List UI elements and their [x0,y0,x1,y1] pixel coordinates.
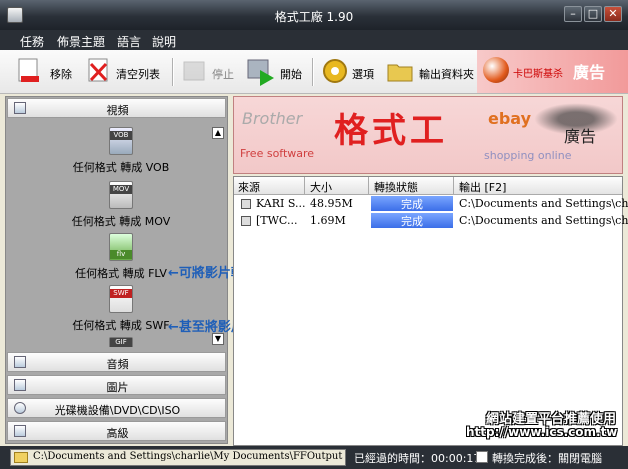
remove-icon [18,58,39,82]
category-disc[interactable]: 光碟機設備\DVD\CD\ISO [7,398,226,418]
gear-icon [323,59,347,83]
folder-icon [387,64,413,82]
title-bar: 格式工廠 1.90 – □ ✕ [0,0,628,30]
status-badge: 完成 [371,213,453,228]
mov-file-icon: MOV [109,181,133,209]
elapsed-time: 已經過的時間：00:00:17 [354,452,481,465]
category-video[interactable]: 視頻 [7,98,226,118]
menu-bar: 任務 佈景主題 語言 說明 [0,30,628,50]
menu-language[interactable]: 語言 [117,33,141,50]
table-row[interactable]: KARI S... 48.95M 完成 C:\Documents and Set… [234,196,628,212]
task-list: 來源 大小 轉換狀態 輸出 [F2] KARI S... 48.95M 完成 C… [233,176,628,446]
task-list-header: 來源 大小 轉換狀態 輸出 [F2] [234,177,622,195]
column-source[interactable]: 來源 [238,179,260,195]
shutdown-after-label: 轉換完成後：關閉電腦 [492,452,602,465]
format-gif[interactable]: GIF [46,337,196,347]
remove-button[interactable]: 移除 [16,56,76,88]
toolbar-separator [172,58,174,86]
clear-list-icon [88,58,108,82]
kaspersky-logo-icon [483,57,509,83]
toolbar-separator [312,58,314,86]
stop-icon [183,61,205,81]
output-path-field[interactable]: C:\Documents and Settings\charlie\My Doc… [10,449,346,466]
status-badge: 完成 [371,196,453,211]
column-status[interactable]: 轉換狀態 [374,179,418,195]
vob-file-icon: VOB [109,127,133,155]
watermark-url: http://www.ics.com.tw [466,425,618,439]
ad-banner-top[interactable]: 卡巴斯基杀 廣告 [477,50,628,94]
start-button[interactable]: 開始 [246,56,304,88]
gif-file-icon: GIF [109,337,133,347]
output-folder-button[interactable]: 輸出資料夾 [385,56,477,88]
minimize-button[interactable]: – [564,6,582,22]
options-button[interactable]: 選項 [320,56,378,88]
column-size[interactable]: 大小 [310,179,332,195]
menu-tasks[interactable]: 任務 [20,33,44,50]
scroll-up-button[interactable]: ▲ [212,127,224,139]
ad-banner[interactable]: Brother 格式工 Free software ebay shopping … [233,96,623,174]
table-row[interactable]: [TWC... 1.69M 完成 C:\Documents and Settin… [234,213,628,229]
column-output[interactable]: 輸出 [F2] [459,179,506,195]
folder-icon [14,452,28,463]
maximize-button[interactable]: □ [584,6,602,22]
menu-help[interactable]: 說明 [152,33,176,50]
swf-file-icon: SWF [109,285,133,313]
shutdown-after-checkbox[interactable] [476,451,488,463]
stop-button[interactable]: 停止 [180,56,238,88]
category-advanced[interactable]: 高級 [7,421,226,441]
status-bar: C:\Documents and Settings\charlie\My Doc… [0,446,628,469]
menu-theme[interactable]: 佈景主題 [57,33,105,50]
window-title: 格式工廠 1.90 [274,10,354,24]
video-file-icon [241,216,251,226]
video-file-icon [241,199,251,209]
flv-file-icon: flv [109,233,133,261]
close-button[interactable]: ✕ [604,6,622,22]
category-audio[interactable]: 音頻 [7,352,226,372]
category-image[interactable]: 圖片 [7,375,226,395]
clear-list-button[interactable]: 清空列表 [86,56,166,88]
start-icon [247,59,274,86]
